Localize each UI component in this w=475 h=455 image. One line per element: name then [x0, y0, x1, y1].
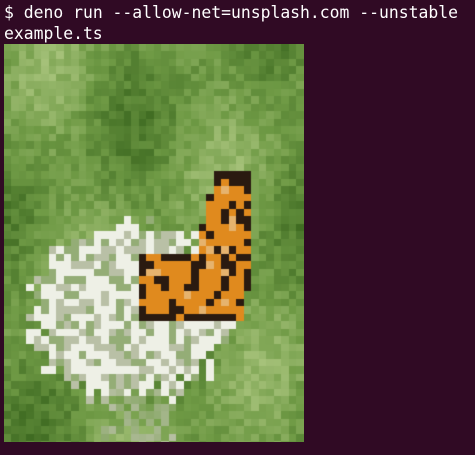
command-line: $ deno run --allow-net=unsplash.com --un…: [4, 2, 471, 23]
terminal-window[interactable]: $ deno run --allow-net=unsplash.com --un…: [0, 0, 475, 455]
command-text: deno run --allow-net=unsplash.com --unst…: [23, 3, 458, 22]
prompt-symbol: $: [4, 3, 14, 22]
butterfly-image: [4, 44, 304, 442]
command-line-continuation: example.ts: [4, 23, 471, 44]
pixelated-image-output: [4, 44, 304, 442]
command-text-continuation: example.ts: [4, 24, 103, 43]
